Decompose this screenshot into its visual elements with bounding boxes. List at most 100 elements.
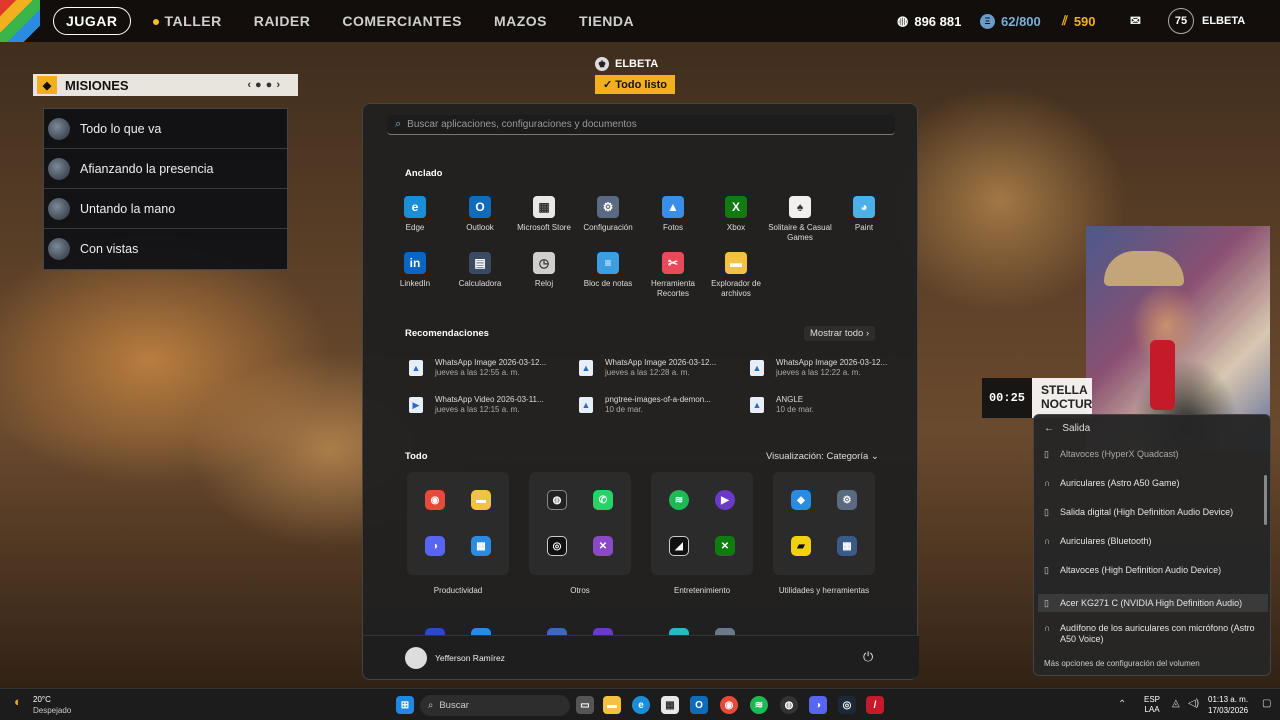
missions-pager[interactable]: ‹●●› (247, 79, 284, 91)
mission-item[interactable]: Todo lo que va (44, 109, 287, 149)
sound-device-item[interactable]: ∩ Audífono de los auriculares con micrófo… (1044, 623, 1269, 645)
obs-icon[interactable]: ◍ (780, 696, 798, 714)
player-profile[interactable]: 75 ELBETA (1168, 0, 1245, 42)
edge-icon[interactable]: e (632, 696, 650, 714)
game-launcher-icon[interactable]: / (866, 696, 884, 714)
pinned-app[interactable]: O Outlook (448, 196, 512, 233)
sound-device-item[interactable]: ∩ Auriculares (Astro A50 Game) (1044, 478, 1269, 489)
power-icon[interactable]: ⏻ (863, 649, 873, 665)
sound-panel-header: ← Salida (1044, 423, 1091, 434)
xbox-icon: X (725, 196, 747, 218)
mission-item[interactable]: Afianzando la presencia (44, 149, 287, 189)
sound-device-item[interactable]: ▯ Altavoces (HyperX Quadcast) (1044, 449, 1269, 460)
clock[interactable]: 01:13 a. m. 17/03/2026 (1208, 694, 1248, 716)
notifications-icon[interactable]: ▢ (1262, 698, 1271, 709)
sound-device-item[interactable]: ▯ Altavoces (High Definition Audio Device… (1044, 565, 1269, 576)
nav-comerciantes[interactable]: COMERCIANTES (342, 13, 462, 29)
pinned-app[interactable]: ◷ Reloj (512, 252, 576, 289)
nav-raider[interactable]: RAIDER (254, 13, 311, 29)
steam-icon[interactable]: ◎ (838, 696, 856, 714)
player-emblem-icon: ♚ (595, 57, 609, 71)
clock-icon: ◷ (533, 252, 555, 274)
recommended-file-time: jueves a las 12:15 a. m. (435, 405, 520, 414)
sound-scrollbar[interactable] (1264, 475, 1267, 525)
chrome-icon[interactable]: ◉ (720, 696, 738, 714)
app-group-entertainment[interactable]: ≋ ▶ ◢ ✕ (651, 472, 753, 575)
discord-icon[interactable]: ◑ (809, 696, 827, 714)
sound-device-item[interactable]: ∩ Auriculares (Bluetooth) (1044, 536, 1269, 547)
taskbar-search[interactable]: ⌕ Buscar (420, 695, 570, 716)
store-icon[interactable]: ▦ (661, 696, 679, 714)
map-name: STELLA NOCTUR (1032, 378, 1092, 418)
folder-icon: ▬ (471, 490, 491, 510)
inbox-icon[interactable]: ✉ (1130, 0, 1141, 42)
pinned-app-label: LinkedIn (399, 279, 431, 288)
weather-widget[interactable]: 20°C Despejado (33, 694, 71, 716)
pinned-app[interactable]: e Edge (383, 196, 447, 233)
mission-item[interactable]: Untando la mano (44, 189, 287, 229)
recommended-file-time: jueves a las 12:28 a. m. (605, 368, 690, 377)
pinned-app[interactable]: ▦ Microsoft Store (512, 196, 576, 233)
pinned-app[interactable]: ◕ Paint (832, 196, 896, 233)
sound-device-item[interactable]: ▯ Acer KG271 C (NVIDIA High Definition Au… (1038, 594, 1268, 612)
coins-counter: ◍ 896 881 (897, 13, 962, 29)
party-player-name: ELBETA (615, 58, 659, 70)
pinned-app[interactable]: ✂ Herramienta Recortes (641, 252, 705, 299)
pinned-app-label: Bloc de notas (583, 279, 633, 288)
nav-taller[interactable]: TALLER (152, 13, 222, 29)
pinned-app[interactable]: ⚙ Configuración (576, 196, 640, 233)
app-group-others[interactable]: ◍ ✆ ◎ ✕ (529, 472, 631, 575)
recommended-file[interactable]: ▲ ANGLE 10 de mar. (750, 395, 915, 415)
start-menu: ⌕ Buscar aplicaciones, configuraciones y … (362, 103, 919, 680)
sound-device-item[interactable]: ▯ Salida digital (High Definition Audio D… (1044, 507, 1269, 518)
recommended-file[interactable]: ▲ WhatsApp Image 2026-03-12... jueves a la… (409, 358, 574, 378)
spotify-icon[interactable]: ≋ (750, 696, 768, 714)
game-pass-icon: ✕ (715, 536, 735, 556)
volume-icon[interactable]: ◁) (1188, 698, 1199, 709)
whatsapp-icon: ✆ (593, 490, 613, 510)
recommended-file[interactable]: ▲ WhatsApp Image 2026-03-12... jueves a la… (579, 358, 744, 378)
network-icon[interactable]: ◬ (1172, 698, 1180, 709)
language-indicator[interactable]: ESP LAA (1144, 695, 1160, 715)
app-group-productivity[interactable]: ◉ ▬ ◑ ▦ (407, 472, 509, 575)
pinned-app[interactable]: ▤ Calculadora (448, 252, 512, 289)
nav-mazos[interactable]: MAZOS (494, 13, 547, 29)
nav-jugar[interactable]: JUGAR (53, 7, 131, 35)
app-group-utilities[interactable]: ◆ ⚙ ▰ ▦ (773, 472, 875, 575)
all-apps-title: Todo (405, 451, 428, 462)
show-all-button[interactable]: Mostrar todo › (804, 326, 876, 341)
mission-item[interactable]: Con vistas (44, 229, 287, 269)
tray-chevron-icon[interactable]: ⌃ (1118, 699, 1126, 710)
notification-dot-icon (152, 19, 159, 26)
tokens-counter: Ξ 62/800 (980, 0, 1041, 42)
user-avatar[interactable] (405, 647, 427, 669)
pinned-app[interactable]: in LinkedIn (383, 252, 447, 289)
task-view-icon[interactable]: ▭ (576, 696, 594, 714)
recommended-file-time: jueves a las 12:22 a. m. (776, 368, 861, 377)
pinned-app[interactable]: ≡ Bloc de notas (576, 252, 640, 289)
webcam-person-cap (1104, 251, 1184, 286)
pinned-app-label: Paint (854, 223, 874, 232)
nav-tienda[interactable]: TIENDA (579, 13, 634, 29)
recommended-file[interactable]: ▲ pngtree-images-of-a-demon... 10 de mar. (579, 395, 744, 415)
player-name: ELBETA (1202, 15, 1246, 27)
pinned-app[interactable]: ▲ Fotos (641, 196, 705, 233)
pinned-app-label: Configuración (583, 223, 633, 232)
file-explorer-icon[interactable]: ▬ (603, 696, 621, 714)
headphones-icon: ∩ (1044, 623, 1051, 633)
discord-icon: ◑ (425, 536, 445, 556)
pinned-app[interactable]: X Xbox (704, 196, 768, 233)
view-category-button[interactable]: Visualización: Categoría ⌄ (760, 449, 885, 464)
pinned-app[interactable]: ▬ Explorador de archivos (704, 252, 768, 299)
recommended-file[interactable]: ▲ WhatsApp Image 2026-03-12... jueves a la… (750, 358, 915, 378)
start-search-input[interactable]: ⌕ Buscar aplicaciones, configuraciones y … (387, 115, 895, 135)
settings-icon: ⚙ (837, 490, 857, 510)
back-arrow-icon[interactable]: ← (1044, 423, 1054, 434)
outlook-icon[interactable]: O (690, 696, 708, 714)
more-volume-settings-link[interactable]: Más opciones de configuración del volume… (1044, 659, 1200, 668)
recommended-file[interactable]: ▶ WhatsApp Video 2026-03-11... jueves a la… (409, 395, 574, 415)
start-button[interactable]: ⊞ (396, 696, 414, 714)
pinned-app[interactable]: ♠ Solitaire & Casual Games (768, 196, 832, 243)
mission-avatar (48, 117, 70, 140)
user-name[interactable]: Yefferson Ramírez (435, 653, 505, 663)
